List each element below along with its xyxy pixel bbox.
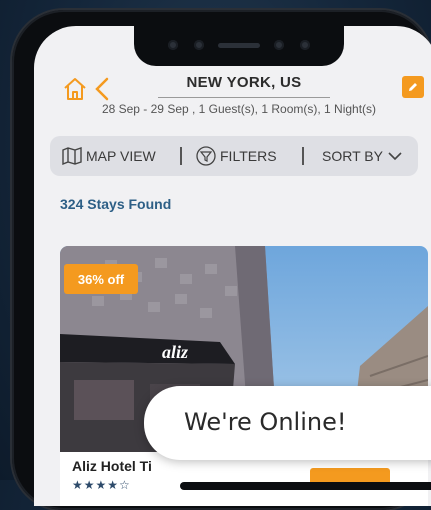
hotel-name[interactable]: Aliz Hotel Ti xyxy=(72,458,152,474)
results-toolbar: MAP VIEW FILTERS SORT BY xyxy=(50,136,418,176)
hotel-card[interactable]: aliz 36% off Aliz Hotel Ti ★★★★☆ xyxy=(60,246,428,506)
home-indicator xyxy=(180,482,431,490)
map-view-button[interactable]: MAP VIEW xyxy=(62,136,156,176)
search-header: NEW YORK, US 28 Sep - 29 Sep , 1 Guest(s… xyxy=(34,70,431,140)
chat-widget[interactable]: We're Online! xyxy=(144,386,431,460)
filters-label: FILTERS xyxy=(220,148,277,164)
destination-underline xyxy=(158,97,330,98)
phone-notch xyxy=(134,26,344,66)
home-icon[interactable] xyxy=(62,76,88,102)
toolbar-divider xyxy=(302,147,304,165)
pencil-icon xyxy=(409,83,417,91)
results-count: 324 Stays Found xyxy=(60,196,172,212)
filter-icon xyxy=(196,146,216,166)
toolbar-divider xyxy=(180,147,182,165)
chevron-down-icon xyxy=(388,152,402,161)
hotel-sign-text: aliz xyxy=(162,342,188,362)
sensor-dot xyxy=(274,40,284,50)
map-icon xyxy=(62,147,82,165)
sort-by-button[interactable]: SORT BY xyxy=(322,136,403,176)
destination-city[interactable]: NEW YORK, US xyxy=(154,74,334,91)
chat-online-label: We're Online! xyxy=(184,408,347,436)
sensor-dot xyxy=(168,40,178,50)
discount-badge: 36% off xyxy=(64,264,138,294)
edit-search-button[interactable] xyxy=(402,76,424,98)
trip-summary: 28 Sep - 29 Sep , 1 Guest(s), 1 Room(s),… xyxy=(101,102,377,116)
star-rating: ★★★★☆ xyxy=(72,478,131,492)
back-arrow-icon[interactable] xyxy=(92,76,112,102)
filters-button[interactable]: FILTERS xyxy=(196,136,277,176)
sort-by-label: SORT BY xyxy=(322,148,383,164)
camera-dot xyxy=(300,40,310,50)
map-view-label: MAP VIEW xyxy=(86,148,156,164)
speaker-grille xyxy=(218,43,260,48)
camera-dot xyxy=(194,40,204,50)
